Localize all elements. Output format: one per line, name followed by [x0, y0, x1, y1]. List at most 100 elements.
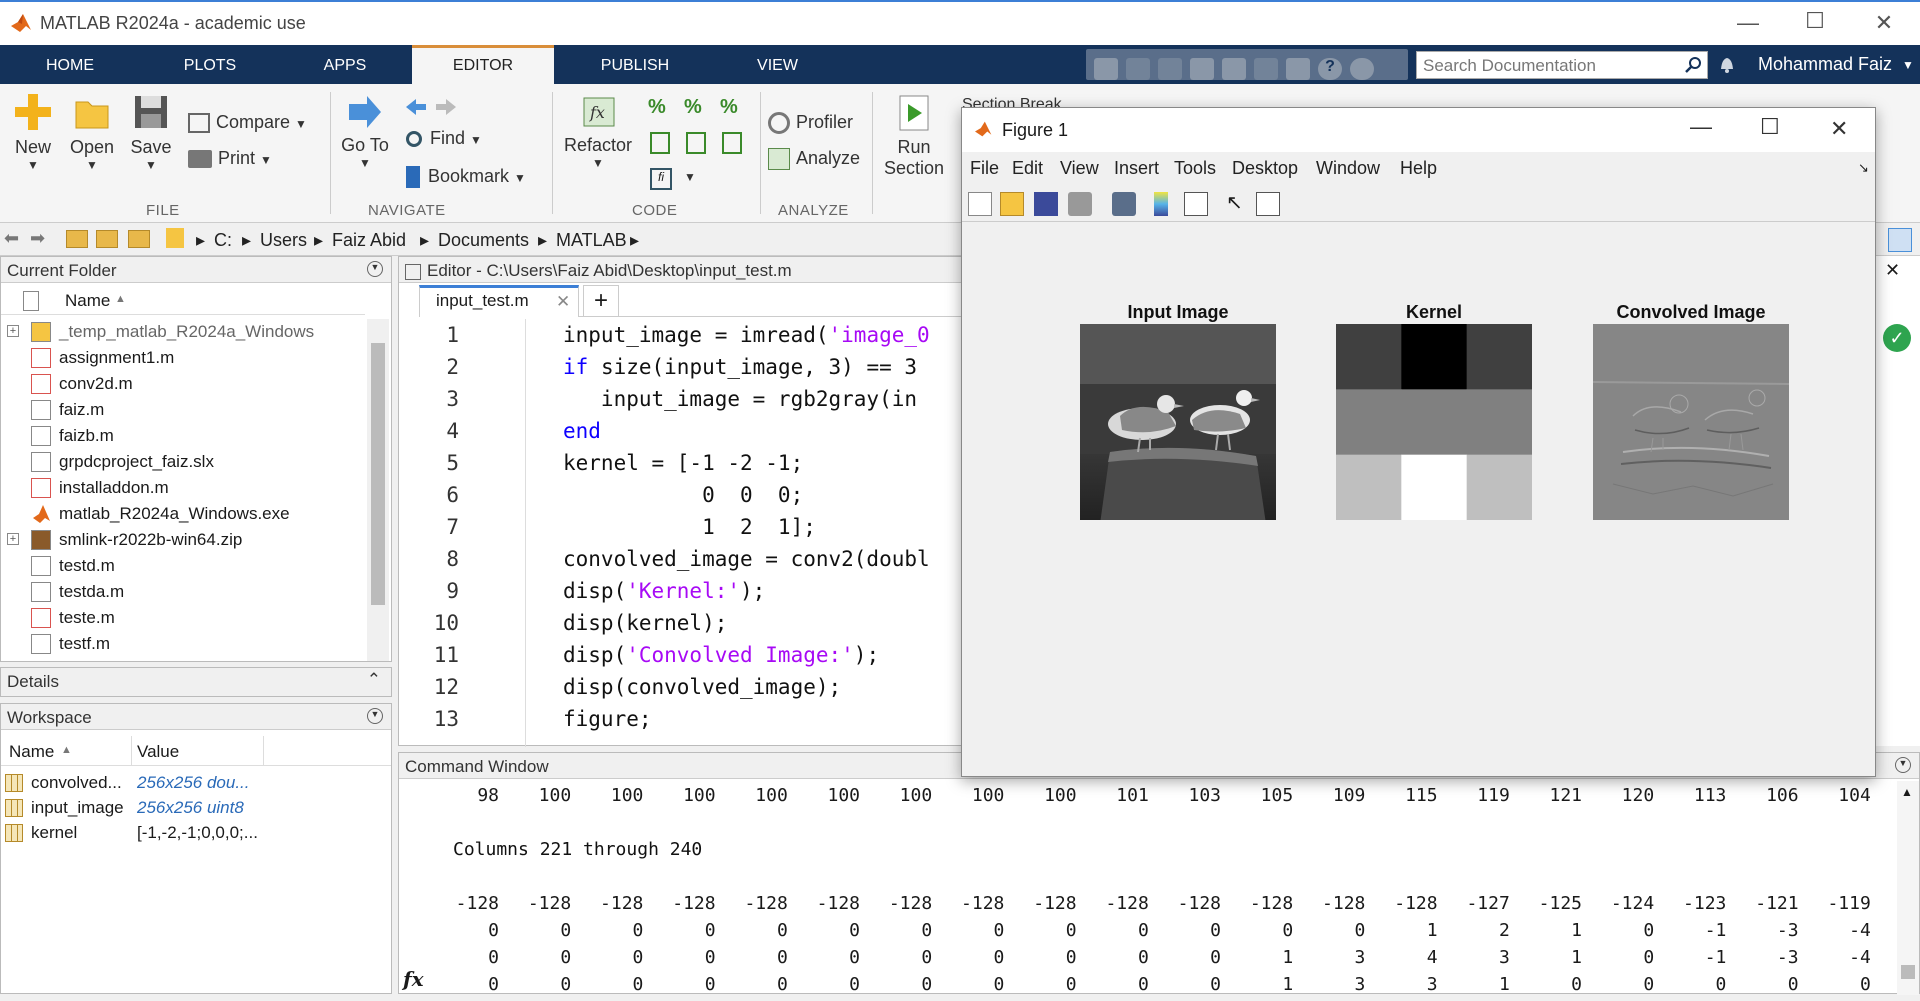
figure-menu-help[interactable]: Help: [1400, 158, 1437, 179]
colorbar-icon[interactable]: [1154, 192, 1168, 216]
breadcrumb-c[interactable]: C:: [214, 230, 232, 251]
new-figure-icon[interactable]: [968, 192, 992, 216]
open-file-icon[interactable]: [1000, 192, 1024, 216]
close-tab-icon[interactable]: ✕: [556, 292, 570, 312]
name-column-header[interactable]: Name: [65, 291, 110, 311]
customize-toolbar-icon[interactable]: [1350, 58, 1374, 80]
comment-icon[interactable]: %: [648, 96, 666, 119]
back-forward-icon[interactable]: [404, 96, 458, 118]
file-item[interactable]: installaddon.m: [1, 475, 367, 501]
code-line[interactable]: 8 convolved_image = conv2(doubl: [399, 543, 963, 575]
figure-menu-file[interactable]: File: [970, 158, 999, 179]
close-editor-icon[interactable]: ✕: [1885, 260, 1900, 281]
code-line[interactable]: 5 kernel = [-1 -2 -1;: [399, 447, 963, 479]
file-item[interactable]: testd.m: [1, 553, 367, 579]
code-line[interactable]: 4 end: [399, 415, 963, 447]
undo-icon[interactable]: [1222, 58, 1246, 80]
workspace-variable-row[interactable]: input_image 256x256 uint8: [1, 795, 391, 820]
tab-home[interactable]: HOME: [20, 45, 120, 84]
breadcrumb-faiz-abid[interactable]: Faiz Abid: [332, 230, 406, 251]
breadcrumb-users[interactable]: Users: [260, 230, 307, 251]
search-input[interactable]: Search Documentation: [1416, 51, 1708, 79]
maximize-icon[interactable]: ☐: [1795, 8, 1835, 34]
tab-view[interactable]: VIEW: [715, 45, 840, 84]
tab-publish[interactable]: PUBLISH: [570, 45, 700, 84]
panel-menu-icon[interactable]: ▼: [367, 708, 383, 724]
compare-button[interactable]: Compare ▼: [188, 112, 307, 134]
scroll-up-icon[interactable]: ▲: [1901, 785, 1913, 799]
file-item[interactable]: matlab_R2024a_Windows.exe: [1, 501, 367, 527]
code-line[interactable]: 10 disp(kernel);: [399, 607, 963, 639]
help-icon[interactable]: ?: [1318, 58, 1342, 80]
breadcrumb-documents[interactable]: Documents: [438, 230, 529, 251]
figure-close-icon[interactable]: ✕: [1830, 116, 1848, 142]
switch-windows-icon[interactable]: [1286, 58, 1310, 80]
new-tab-button[interactable]: +: [583, 285, 619, 317]
print-figure-icon[interactable]: [1068, 192, 1092, 216]
up-folder-icon[interactable]: [66, 230, 88, 248]
panel-menu-icon[interactable]: ▼: [367, 261, 383, 277]
expand-icon[interactable]: +: [7, 533, 19, 545]
figure-menu-view[interactable]: View: [1060, 158, 1099, 179]
run-section-button[interactable]: Run Section: [882, 94, 946, 179]
code-line[interactable]: 3 input_image = rgb2gray(in: [399, 383, 963, 415]
workspace-variable-row[interactable]: convolved... 256x256 dou...: [1, 770, 391, 795]
tab-editor[interactable]: EDITOR: [412, 45, 554, 84]
save-figure-icon[interactable]: [1034, 192, 1058, 216]
find-button[interactable]: Find ▼: [406, 128, 482, 149]
code-line[interactable]: 2 if size(input_image, 3) == 3: [399, 351, 963, 383]
figure-menu-insert[interactable]: Insert: [1114, 158, 1159, 179]
expand-icon[interactable]: +: [7, 325, 19, 337]
user-menu[interactable]: Mohammad Faiz: [1758, 54, 1892, 75]
code-line[interactable]: 13 figure;: [399, 703, 963, 735]
file-item[interactable]: + _temp_matlab_R2024a_Windows: [1, 319, 367, 345]
print-button[interactable]: Print ▼: [188, 148, 272, 169]
code-line[interactable]: 7 1 2 1];: [399, 511, 963, 543]
figure-menu-edit[interactable]: Edit: [1012, 158, 1043, 179]
file-list-scrollbar[interactable]: [367, 319, 389, 661]
command-scrollbar[interactable]: ▲: [1897, 781, 1919, 995]
breadcrumb-matlab[interactable]: MATLAB: [556, 230, 627, 251]
figure-minimize-icon[interactable]: —: [1690, 114, 1712, 140]
panel-menu-icon[interactable]: ▼: [1895, 757, 1911, 773]
code-area[interactable]: 1 input_image = imread('image_0 2 if size(i…: [399, 319, 963, 735]
editor-tab-input-test[interactable]: input_test.m ✕: [419, 285, 579, 317]
search-icon[interactable]: [1684, 56, 1702, 74]
file-item[interactable]: faizb.m: [1, 423, 367, 449]
file-item[interactable]: grpdcproject_faiz.slx: [1, 449, 367, 475]
bookmark-button[interactable]: Bookmark ▼: [406, 166, 526, 189]
kernel-axes[interactable]: [1336, 324, 1532, 520]
copy-icon[interactable]: [1158, 58, 1182, 80]
address-search-icon[interactable]: [1888, 228, 1912, 252]
figure-maximize-icon[interactable]: ☐: [1760, 114, 1780, 140]
ws-value-column[interactable]: Value: [137, 742, 179, 762]
back-arrow-icon[interactable]: ⬅: [4, 228, 19, 249]
search-folder-icon[interactable]: [128, 230, 150, 248]
uncomment-icon[interactable]: %: [684, 96, 702, 119]
refactor-button[interactable]: fx Refactor ▼: [562, 94, 634, 170]
scrollbar-thumb[interactable]: [371, 343, 385, 605]
analyze-button[interactable]: Analyze: [768, 148, 860, 171]
dock-arrow-icon[interactable]: ↘: [1858, 160, 1869, 176]
file-item[interactable]: assignment1.m: [1, 345, 367, 371]
tab-apps[interactable]: APPS: [290, 45, 400, 84]
decrease-indent-icon[interactable]: [722, 132, 742, 154]
cut-icon[interactable]: [1126, 58, 1150, 80]
profiler-button[interactable]: Profiler: [768, 112, 853, 135]
ws-name-column[interactable]: Name: [9, 742, 54, 762]
goto-button[interactable]: Go To ▼: [338, 94, 392, 170]
user-menu-caret-icon[interactable]: ▼: [1902, 58, 1914, 72]
increase-indent-icon[interactable]: [686, 132, 706, 154]
convolved-image-axes[interactable]: [1593, 324, 1789, 520]
command-window[interactable]: Command Window ▼ 98 100 100 100 100 100 100 100…: [398, 752, 1920, 995]
code-line[interactable]: 6 0 0 0;: [399, 479, 963, 511]
details-panel-header[interactable]: Details ⌃: [0, 667, 392, 697]
file-item[interactable]: teste.m: [1, 605, 367, 631]
paste-icon[interactable]: [1190, 58, 1214, 80]
figure-menu-window[interactable]: Window: [1316, 158, 1380, 179]
code-line[interactable]: 9 disp('Kernel:');: [399, 575, 963, 607]
collapse-icon[interactable]: ⌃: [367, 670, 381, 690]
input-image-axes[interactable]: [1080, 324, 1276, 520]
file-item[interactable]: faiz.m: [1, 397, 367, 423]
function-icon[interactable]: fi: [650, 168, 672, 190]
